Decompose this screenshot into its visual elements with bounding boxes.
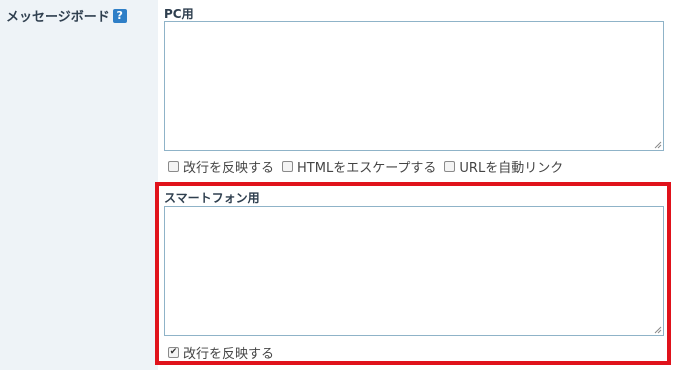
message-board-label: メッセージボード ? xyxy=(6,6,127,25)
pc-escape-html-label: HTMLをエスケープする xyxy=(297,161,437,176)
pc-escape-html-checkbox[interactable] xyxy=(282,161,294,172)
pc-options-row: 改行を反映する HTMLをエスケープする URLを自動リンク xyxy=(168,157,571,176)
label-column xyxy=(0,0,158,370)
pc-section-label: PC用 xyxy=(164,7,194,21)
pc-linebreak-label: 改行を反映する xyxy=(183,161,275,176)
pc-linebreak-checkbox[interactable] xyxy=(168,161,179,172)
smartphone-highlight-frame xyxy=(155,182,671,365)
message-board-label-text: メッセージボード xyxy=(6,10,110,25)
pc-option-linebreak[interactable]: 改行を反映する xyxy=(168,157,274,176)
pc-option-escape-html[interactable]: HTMLをエスケープする xyxy=(282,157,436,176)
pc-autolink-checkbox[interactable] xyxy=(444,161,456,172)
pc-message-textarea[interactable] xyxy=(164,21,664,151)
pc-autolink-label: URLを自動リンク xyxy=(459,161,564,176)
help-icon[interactable]: ? xyxy=(112,8,127,23)
pc-option-autolink[interactable]: URLを自動リンク xyxy=(444,157,563,176)
